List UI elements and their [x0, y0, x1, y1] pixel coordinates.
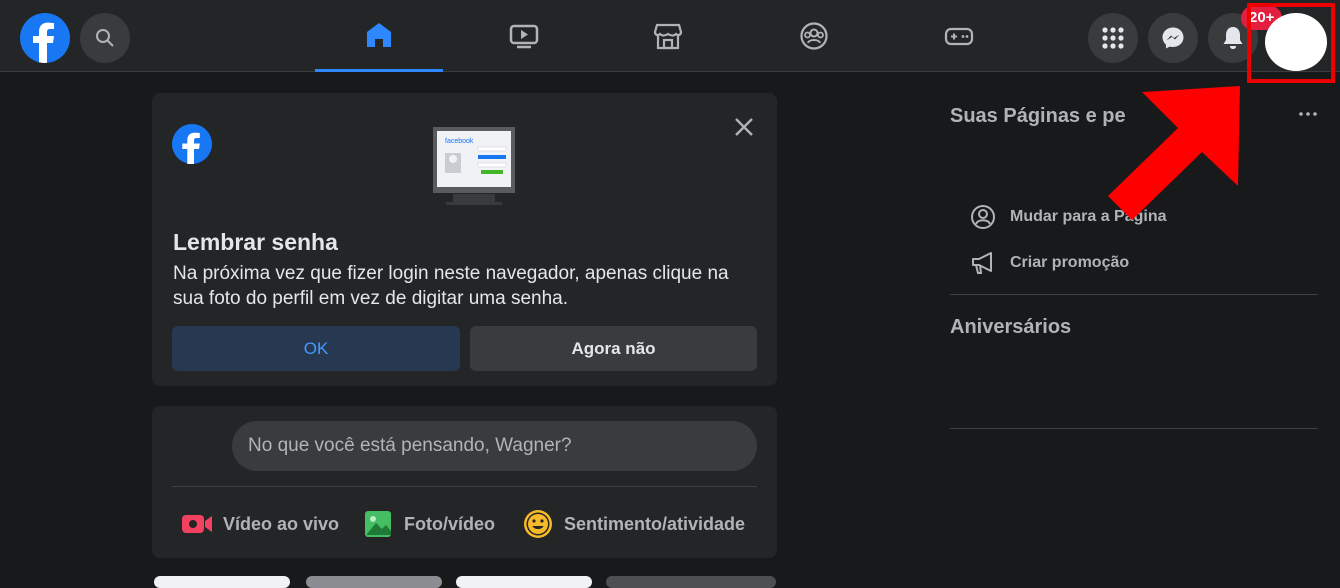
- facebook-f-icon: [33, 22, 54, 63]
- ok-button[interactable]: OK: [172, 326, 460, 371]
- illustration-brand-text: facebook: [445, 138, 474, 145]
- search-icon: [96, 29, 114, 47]
- search-button[interactable]: [80, 13, 130, 63]
- create-promotion-item[interactable]: Criar promoção: [970, 250, 1129, 276]
- live-video-button[interactable]: Vídeo ao vivo: [181, 506, 339, 542]
- story-card[interactable]: [306, 576, 442, 588]
- facebook-logo-icon: [172, 124, 212, 164]
- not-now-button[interactable]: Agora não: [470, 326, 757, 371]
- tab-watch[interactable]: [460, 0, 588, 72]
- tab-gaming[interactable]: [895, 0, 1023, 72]
- ellipsis-icon: [1299, 112, 1317, 116]
- remember-password-card: facebook Lembrar senha Na próxima vez qu…: [152, 93, 777, 386]
- messenger-icon: [1162, 27, 1184, 49]
- photo-icon: [365, 511, 391, 537]
- story-card[interactable]: [154, 576, 290, 588]
- close-icon: [735, 118, 753, 136]
- birthdays-heading: Aniversários: [950, 316, 1072, 338]
- feeling-activity-button[interactable]: Sentimento/atividade: [522, 506, 745, 542]
- megaphone-icon: [972, 252, 992, 274]
- feeling-activity-label: Sentimento/atividade: [564, 513, 746, 534]
- more-options-button[interactable]: [1296, 106, 1320, 122]
- tab-home[interactable]: [315, 0, 443, 72]
- top-navigation-bar: 20+: [0, 0, 1340, 83]
- menu-button[interactable]: [1088, 13, 1138, 63]
- marketplace-icon: [653, 23, 683, 50]
- sidebar-divider: [950, 294, 1318, 295]
- bell-icon: [1223, 27, 1243, 49]
- smiley-icon: [524, 510, 552, 538]
- post-composer-card: No que você está pensando, Wagner? Vídeo…: [152, 406, 777, 558]
- tab-marketplace[interactable]: [604, 0, 732, 72]
- story-card[interactable]: [606, 576, 776, 588]
- live-video-icon: [182, 515, 212, 533]
- sidebar-divider: [950, 428, 1318, 429]
- annotation-arrow-icon: [1108, 86, 1240, 220]
- composer-divider: [172, 486, 757, 487]
- grid-menu-icon: [1102, 27, 1124, 49]
- home-icon: [367, 22, 391, 47]
- photo-video-button[interactable]: Foto/vídeo: [364, 506, 495, 542]
- live-video-label: Vídeo ao vivo: [223, 513, 340, 534]
- tab-groups[interactable]: [750, 0, 878, 72]
- create-promotion-label: Criar promoção: [1010, 254, 1130, 271]
- photo-video-label: Foto/vídeo: [404, 513, 495, 534]
- watch-icon: [509, 24, 539, 49]
- whats-on-your-mind-input[interactable]: No que você está pensando, Wagner?: [232, 421, 757, 471]
- messenger-button[interactable]: [1148, 13, 1198, 63]
- groups-icon: [800, 22, 828, 50]
- switch-profile-icon: [971, 205, 995, 229]
- story-card[interactable]: [456, 576, 592, 588]
- remember-password-description: Na próxima vez que fizer login neste nav…: [173, 263, 729, 309]
- login-monitor-illustration: facebook: [433, 127, 515, 205]
- close-button[interactable]: [730, 113, 758, 141]
- remember-password-title: Lembrar senha: [173, 229, 338, 255]
- facebook-logo[interactable]: [20, 13, 70, 63]
- gaming-icon: [944, 27, 974, 46]
- annotation-highlight-box: [1247, 3, 1335, 83]
